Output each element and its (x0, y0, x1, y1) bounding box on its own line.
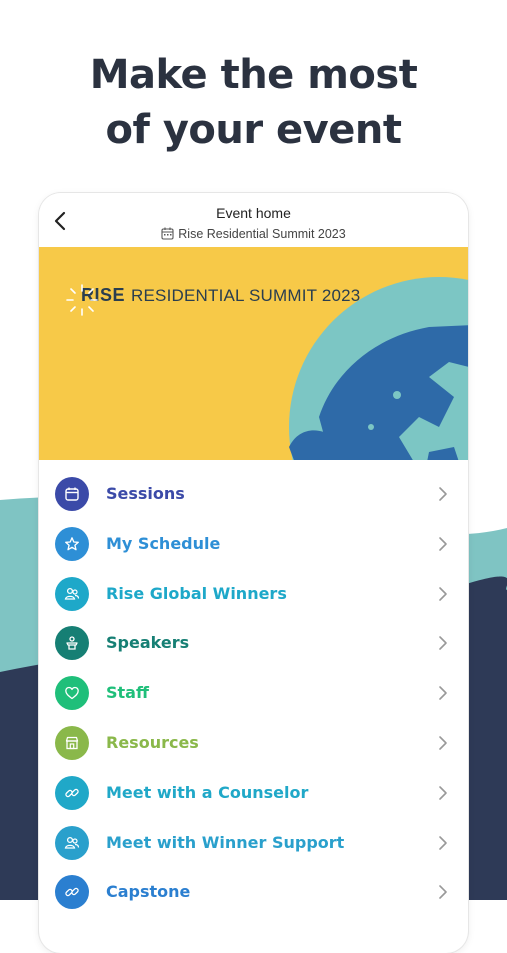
chevron-right-icon (439, 686, 447, 700)
menu-item-sessions[interactable]: Sessions (39, 469, 468, 519)
store-icon (55, 725, 89, 760)
chevron-right-icon (439, 536, 447, 551)
menu-item-meet-with-winner-support[interactable]: Meet with Winner Support (39, 818, 468, 868)
calendar-icon (55, 477, 89, 511)
phone-frame: Event home Rise Residential Summit 2023 (39, 193, 468, 953)
menu-item-rise-global-winners[interactable]: Rise Global Winners (39, 569, 468, 619)
menu-item-label: Capstone (106, 882, 191, 902)
menu-item-label: Sessions (106, 484, 185, 503)
menu-item-label: Meet with a Counselor (106, 782, 309, 802)
menu-item-label: Speakers (106, 633, 190, 653)
people-icon (55, 576, 89, 611)
event-banner: RISE RESIDENTIAL SUMMIT 2023 (39, 247, 468, 460)
chevron-right-icon (439, 885, 447, 900)
menu-item-label: Staff (106, 683, 149, 703)
menu-item-label: Rise Global Winners (106, 583, 287, 603)
people-icon (55, 825, 89, 860)
menu-item-staff[interactable]: Staff (39, 668, 468, 718)
chevron-right-icon (439, 835, 447, 850)
link-icon (55, 875, 89, 910)
menu-item-capstone[interactable]: Capstone (39, 867, 468, 917)
menu-item-label: My Schedule (106, 533, 221, 553)
link-icon (55, 775, 89, 810)
sun-icon (66, 284, 98, 316)
headline-line-1: Make the most (89, 52, 418, 98)
event-subtitle-text: Rise Residential Summit 2023 (178, 227, 346, 241)
chevron-right-icon (439, 636, 447, 651)
chevron-right-icon (439, 487, 447, 501)
event-menu: Sessions My Schedule Rise Global Winners… (39, 469, 468, 917)
menu-item-meet-with-a-counselor[interactable]: Meet with a Counselor (39, 768, 468, 818)
globe-illustration (289, 277, 468, 460)
event-subtitle: Rise Residential Summit 2023 (39, 227, 468, 241)
menu-item-label: Meet with Winner Support (106, 832, 345, 852)
chevron-right-icon (439, 586, 447, 601)
menu-item-resources[interactable]: Resources (39, 718, 468, 768)
heart-icon (55, 676, 89, 711)
chevron-right-icon (439, 736, 447, 750)
page-title: Event home (216, 205, 291, 221)
speaker-podium-icon (55, 626, 89, 661)
top-bar: Event home Rise Residential Summit 2023 (39, 193, 468, 247)
headline-line-2: of your event (105, 107, 402, 153)
chevron-right-icon (439, 785, 447, 800)
star-icon (55, 526, 89, 561)
menu-item-speakers[interactable]: Speakers (39, 618, 468, 668)
headline: Make the most of your event (0, 48, 507, 158)
menu-item-my-schedule[interactable]: My Schedule (39, 519, 468, 569)
menu-item-label: Resources (106, 732, 199, 752)
calendar-icon (161, 227, 174, 240)
